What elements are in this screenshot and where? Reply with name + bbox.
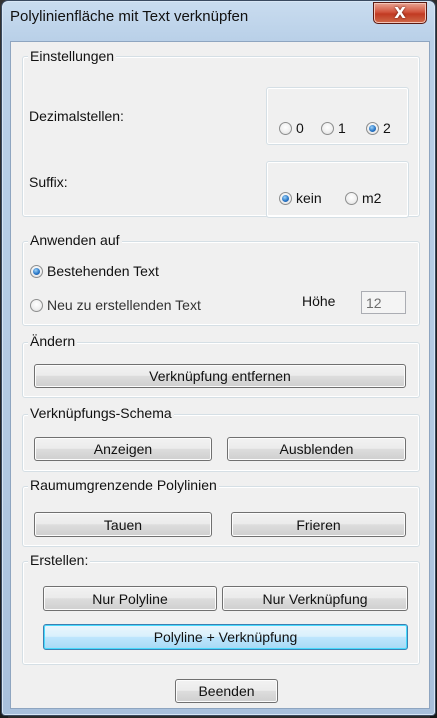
beenden-button[interactable]: Beenden (175, 679, 278, 703)
radio-dezimal-2-label: 2 (383, 120, 391, 136)
radio-dezimal-1-indicator[interactable] (321, 121, 334, 135)
hoehe-label: Höhe (302, 293, 336, 309)
close-window-button[interactable]: X (373, 2, 427, 24)
dialog-client-area: Einstellungen Dezimalstellen: 0 1 2 Suff… (10, 41, 430, 709)
radio-dezimal-0-indicator[interactable] (279, 121, 292, 135)
hoehe-input[interactable]: 12 (361, 291, 406, 314)
radio-suffix-m2-label: m2 (362, 190, 382, 206)
radio-bestehenden-text-label: Bestehenden Text (47, 263, 159, 279)
radio-bestehenden-text-indicator[interactable] (30, 264, 43, 278)
radio-dezimal-2[interactable]: 2 (366, 120, 391, 136)
group-einstellungen-title: Einstellungen (28, 48, 117, 64)
nur-polyline-button[interactable]: Nur Polyline (43, 586, 217, 611)
group-schema-title: Verknüpfungs-Schema (28, 405, 174, 421)
radio-suffix-kein-label: kein (296, 190, 322, 206)
close-icon: X (394, 4, 406, 22)
group-erstellen-title: Erstellen: (28, 552, 91, 568)
radio-suffix-kein[interactable]: kein (279, 190, 322, 206)
dialog-window: Polylinienfläche mit Text verknüpfen X E… (1, 0, 436, 716)
radio-neu-text-label: Neu zu erstellenden Text (47, 297, 201, 313)
title-bar[interactable]: Polylinienfläche mit Text verknüpfen X (2, 1, 435, 35)
dezimalstellen-label: Dezimalstellen: (29, 108, 124, 124)
anzeigen-button[interactable]: Anzeigen (34, 437, 212, 461)
verknuepfung-entfernen-button[interactable]: Verknüpfung entfernen (34, 364, 406, 388)
tauen-button[interactable]: Tauen (34, 512, 212, 537)
radio-bestehenden-text[interactable]: Bestehenden Text (30, 263, 159, 279)
hoehe-value: 12 (366, 294, 382, 311)
radio-dezimal-1[interactable]: 1 (321, 120, 346, 136)
radio-dezimal-0[interactable]: 0 (279, 120, 304, 136)
radio-dezimal-0-label: 0 (296, 120, 304, 136)
group-aendern-title: Ändern (28, 333, 78, 349)
radio-neu-text-indicator[interactable] (30, 298, 43, 312)
radio-suffix-m2-indicator[interactable] (345, 191, 358, 205)
radio-neu-text[interactable]: Neu zu erstellenden Text (30, 297, 201, 313)
suffix-label: Suffix: (29, 174, 68, 190)
radio-dezimal-1-label: 1 (338, 120, 346, 136)
frieren-button[interactable]: Frieren (231, 512, 406, 537)
ausblenden-button[interactable]: Ausblenden (227, 437, 406, 461)
dezimalstellen-box (266, 87, 409, 145)
nur-verknuepfung-button[interactable]: Nur Verknüpfung (222, 586, 408, 611)
radio-suffix-kein-indicator[interactable] (279, 191, 292, 205)
group-raum-title: Raumumgrenzende Polylinien (28, 477, 219, 493)
polyline-plus-verknuepfung-button[interactable]: Polyline + Verknüpfung (43, 624, 408, 650)
window-title: Polylinienfläche mit Text verknüpfen (10, 8, 249, 25)
group-anwenden-title: Anwenden auf (28, 232, 122, 248)
radio-dezimal-2-indicator[interactable] (366, 121, 379, 135)
radio-suffix-m2[interactable]: m2 (345, 190, 381, 206)
